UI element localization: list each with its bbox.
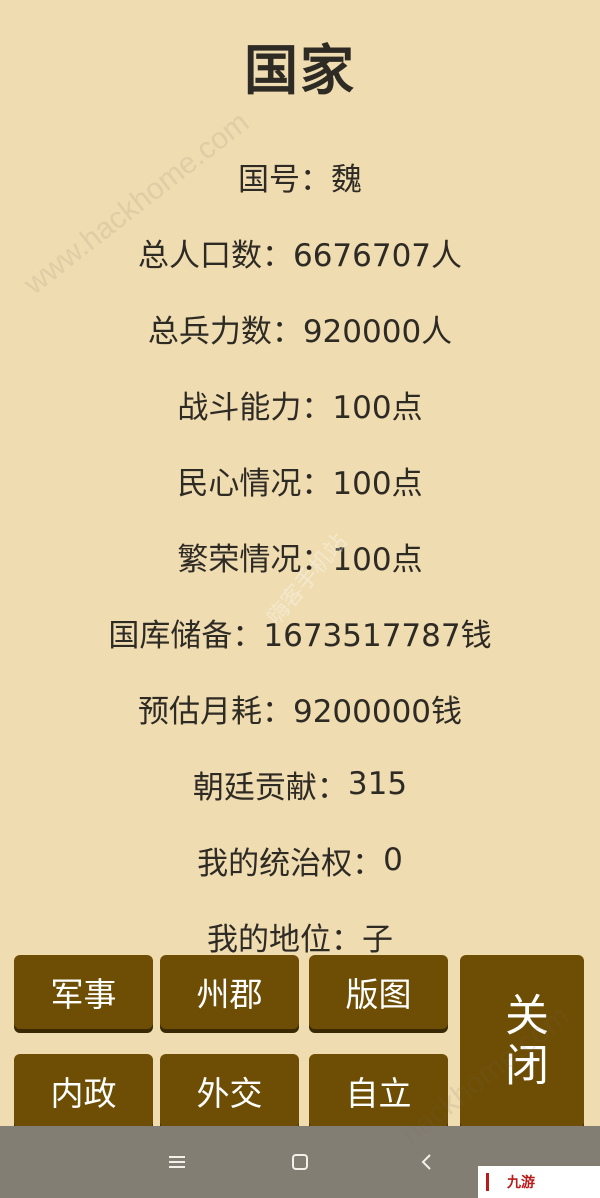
corner-logo: 九游: [478, 1166, 600, 1198]
stat-label: 我的地位：: [207, 921, 362, 958]
country-stats: 国号：魏 总人口数： 6676707人 总兵力数： 920000人 战斗能力： 100…: [0, 138, 600, 974]
stat-population: 总人口数： 6676707人: [0, 214, 600, 290]
provinces-button[interactable]: 州郡: [160, 955, 299, 1029]
stat-label: 朝廷贡献：: [192, 769, 348, 806]
home-button[interactable]: [280, 1146, 320, 1178]
back-icon: [421, 1154, 431, 1170]
stat-ruling-power: 我的统治权： 0: [0, 822, 600, 898]
stat-label: 国号：: [238, 161, 331, 198]
stat-public-support: 民心情况： 100点: [0, 442, 600, 518]
internal-affairs-button[interactable]: 内政: [14, 1054, 153, 1128]
stat-country-name: 国号：魏: [0, 138, 600, 214]
stat-label: 总兵力数：: [147, 313, 303, 350]
stat-label: 预估月耗：: [137, 693, 293, 730]
diplomacy-button[interactable]: 外交: [160, 1054, 299, 1128]
stat-value: 6676707人: [292, 237, 463, 274]
stat-prosperity: 繁荣情况： 100点: [0, 518, 600, 594]
stat-value: 魏: [331, 161, 362, 198]
stat-combat-power: 战斗能力： 100点: [0, 366, 600, 442]
stat-value: 315: [347, 766, 408, 802]
stat-value: 子: [362, 921, 393, 958]
stat-value: 100点: [332, 389, 423, 426]
stat-label: 战斗能力：: [177, 389, 333, 426]
stat-troops: 总兵力数： 920000人: [0, 290, 600, 366]
stat-value: 1673517787钱: [263, 617, 492, 654]
corner-logo-text: 九游: [507, 1175, 535, 1191]
stat-value: 100点: [332, 465, 423, 502]
territory-button[interactable]: 版图: [309, 955, 448, 1029]
stat-label: 国库储备：: [108, 617, 264, 654]
stat-label: 我的统治权：: [197, 845, 384, 882]
back-button[interactable]: [407, 1146, 447, 1178]
stat-value: 9200000钱: [292, 693, 463, 730]
stat-label: 总人口数：: [137, 237, 293, 274]
stat-monthly-cost: 预估月耗： 9200000钱: [0, 670, 600, 746]
recent-apps-button[interactable]: [157, 1146, 197, 1178]
stat-court-contribution: 朝廷贡献： 315: [0, 746, 600, 822]
logo-mark-icon: [486, 1173, 501, 1191]
stat-value: 0: [383, 842, 403, 878]
close-button[interactable]: 关闭: [460, 955, 584, 1128]
stat-label: 民心情况：: [177, 465, 333, 502]
page-title: 国家: [244, 39, 356, 102]
menu-icon: [169, 1156, 185, 1168]
stat-value: 100点: [332, 541, 423, 578]
stat-value: 920000人: [302, 313, 453, 350]
home-icon: [292, 1154, 308, 1170]
stat-label: 繁荣情况：: [177, 541, 333, 578]
independence-button[interactable]: 自立: [309, 1054, 448, 1128]
military-button[interactable]: 军事: [14, 955, 153, 1029]
stat-treasury: 国库储备： 1673517787钱: [0, 594, 600, 670]
